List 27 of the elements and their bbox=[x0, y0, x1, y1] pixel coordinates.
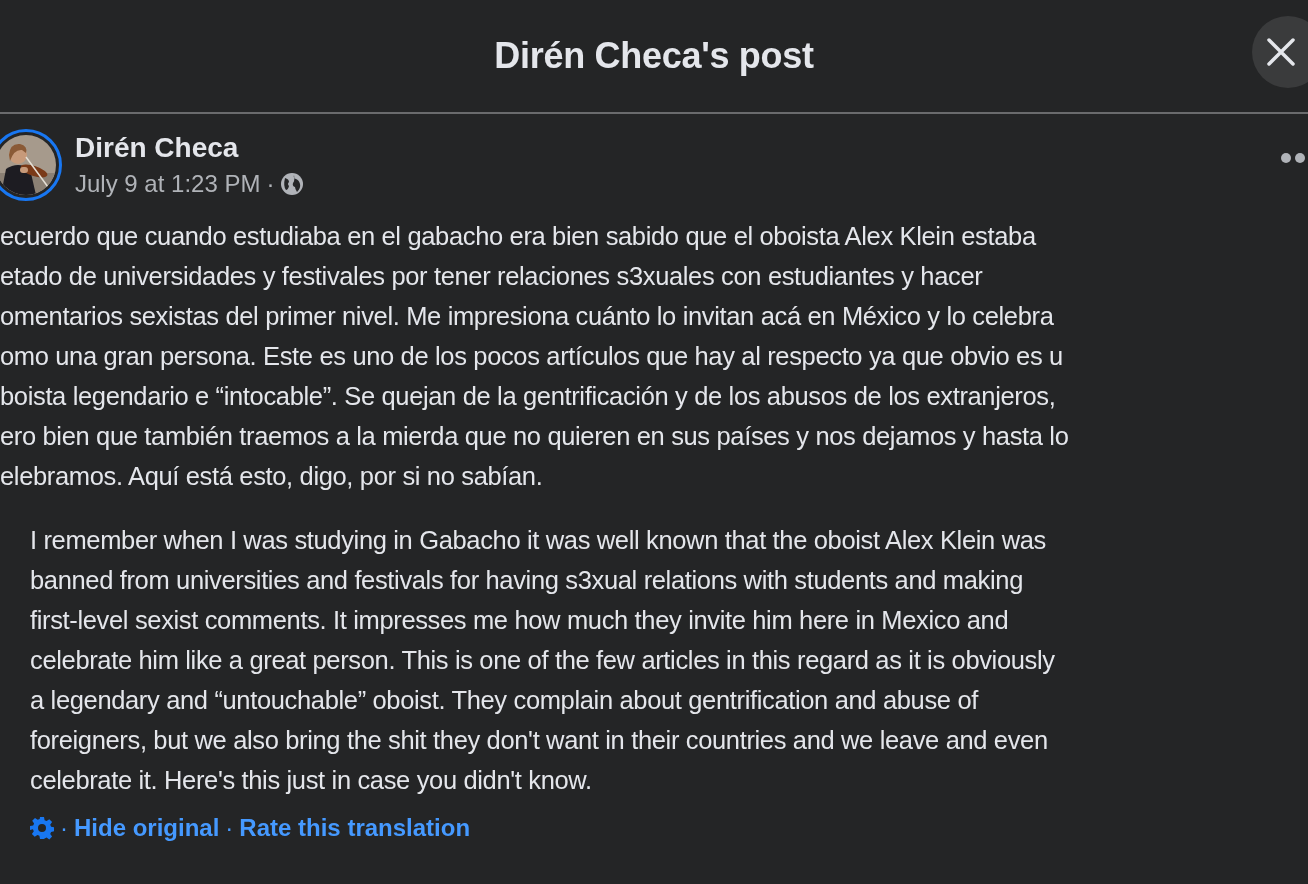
gear-icon[interactable] bbox=[30, 816, 54, 840]
globe-icon bbox=[280, 172, 305, 196]
post-timestamp[interactable]: July 9 at 1:23 PM bbox=[75, 170, 261, 198]
translation-link[interactable]: Hide original bbox=[74, 814, 220, 842]
dialog-title: Dirén Checa's post bbox=[494, 35, 814, 77]
author-name[interactable]: Dirén Checa bbox=[75, 132, 1280, 164]
meta-separator: · bbox=[266, 170, 275, 198]
post-text-line: ecuerdo que cuando estudiaba en el gabacho era bien sabido que el oboista Alex Klein estaba bbox=[0, 221, 1037, 252]
translation-text-line: banned from universities and festivals for having s3xual relations with students and making bbox=[30, 565, 1024, 596]
post-text-line: omentarios sexistas del primer nivel. Me impresiona cuánto lo invitan acá en México y lo celebra bbox=[0, 301, 1055, 332]
action-separator: · bbox=[60, 814, 68, 842]
translation-text-line: first-level sexist comments. It impresses me how much they invite him here in Mexico and bbox=[30, 605, 1010, 636]
post-text-line: ero bien que también traemos a la mierda que no quieren en sus países y nos dejamos y hasta lo bbox=[0, 421, 1070, 452]
action-separator: · bbox=[225, 814, 234, 842]
post-text-line: elebramos. Aquí está esto, digo, por si no sabían. bbox=[0, 461, 544, 492]
post-text-line: boista legendario e “intocable”. Se quejan de la gentrificación y de los abusos de los extranjeros, bbox=[0, 381, 1057, 412]
close-button[interactable] bbox=[1252, 16, 1308, 88]
translation-text-line: a legendary and “untouchable” oboist. They complain about gentrification and abuse of bbox=[30, 685, 980, 716]
translation-text-line: celebrate it. Here's this just in case you didn't know. bbox=[30, 765, 593, 796]
close-icon bbox=[1266, 37, 1296, 67]
translation-link[interactable]: Rate this translation bbox=[239, 814, 471, 842]
avatar-ring[interactable] bbox=[0, 129, 62, 201]
translation-text-line: foreigners, but we also bring the shit they don't want in their countries and we leave and even bbox=[30, 725, 1049, 756]
translation-text-line: I remember when I was studying in Gabacho it was well known that the oboist Alex Klein was bbox=[30, 525, 1047, 556]
translation-text-line: celebrate him like a great person. This is one of the few articles in this regard as it is obviously bbox=[30, 645, 1056, 676]
post-text-line: omo una gran persona. Este es uno de los pocos artículos que hay al respecto ya que obvio es u bbox=[0, 341, 1064, 372]
post-text-line: etado de universidades y festivales por tener relaciones s3xuales con estudiantes y hacer bbox=[0, 261, 984, 292]
